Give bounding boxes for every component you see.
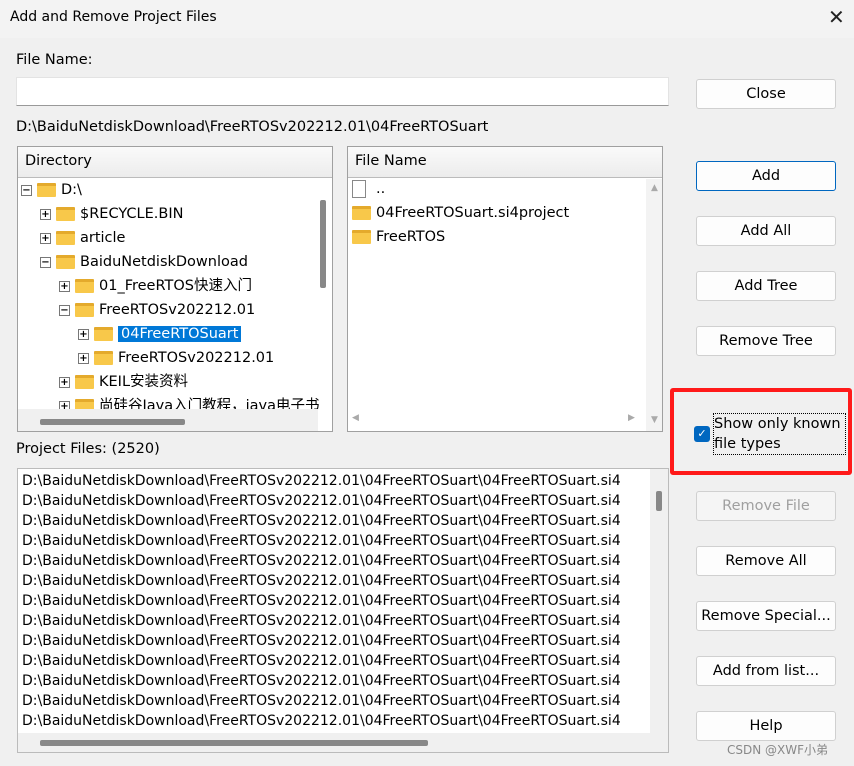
folder-icon xyxy=(56,255,75,269)
collapse-icon[interactable]: − xyxy=(40,256,51,268)
window-title: Add and Remove Project Files xyxy=(10,9,217,25)
project-file-item[interactable]: D:\BaiduNetdiskDownload\FreeRTOSv202212.… xyxy=(18,471,668,491)
tree-item-label: $RECYCLE.BIN xyxy=(80,206,184,222)
close-button[interactable]: Close xyxy=(696,79,836,109)
file-item[interactable]: .. xyxy=(352,177,385,201)
close-window-icon[interactable]: ✕ xyxy=(828,5,845,29)
project-file-item[interactable]: D:\BaiduNetdiskDownload\FreeRTOSv202212.… xyxy=(18,611,668,631)
remove-special-button[interactable]: Remove Special... xyxy=(696,601,836,631)
project-file-item[interactable]: D:\BaiduNetdiskDownload\FreeRTOSv202212.… xyxy=(18,651,668,671)
directory-tree[interactable]: Directory − D:\ + $RECYCLE.BIN + article − Baid… xyxy=(17,146,333,432)
tree-item[interactable]: + KEIL安装资料 xyxy=(59,370,188,394)
file-list-scrollbar[interactable]: ▲ ▼ xyxy=(646,179,662,431)
tree-item[interactable]: + $RECYCLE.BIN xyxy=(40,202,183,226)
project-files-vertical-scrollbar[interactable] xyxy=(656,491,662,511)
tree-item-label: 04FreeRTOSuart xyxy=(118,326,242,342)
remove-all-button[interactable]: Remove All xyxy=(696,546,836,576)
remove-tree-button[interactable]: Remove Tree xyxy=(696,326,836,356)
tree-vertical-scrollbar[interactable] xyxy=(320,200,326,288)
project-files-label: Project Files: (2520) xyxy=(16,441,160,457)
file-list[interactable]: File Name .. 04FreeRTOSuart.si4project Fre… xyxy=(347,146,663,432)
folder-icon xyxy=(352,230,371,244)
scroll-left-icon[interactable]: ◀ xyxy=(352,413,359,423)
project-file-item[interactable]: D:\BaiduNetdiskDownload\FreeRTOSv202212.… xyxy=(18,491,668,511)
collapse-icon[interactable]: − xyxy=(59,304,70,316)
expand-icon[interactable]: + xyxy=(40,232,51,244)
project-file-item[interactable]: D:\BaiduNetdiskDownload\FreeRTOSv202212.… xyxy=(18,691,668,711)
add-button[interactable]: Add xyxy=(696,161,836,191)
directory-header[interactable]: Directory xyxy=(18,147,332,178)
remove-file-button[interactable]: Remove File xyxy=(696,491,836,521)
tree-item-label: 01_FreeRTOS快速入门 xyxy=(99,278,252,294)
add-all-button[interactable]: Add All xyxy=(696,216,836,246)
file-name-header[interactable]: File Name xyxy=(348,147,662,178)
file-item[interactable]: FreeRTOS xyxy=(352,225,445,249)
folder-icon xyxy=(37,183,56,197)
project-files-list[interactable]: D:\BaiduNetdiskDownload\FreeRTOSv202212.… xyxy=(17,468,669,753)
folder-icon xyxy=(352,206,371,220)
project-file-item[interactable]: D:\BaiduNetdiskDownload\FreeRTOSv202212.… xyxy=(18,571,668,591)
file-item[interactable]: 04FreeRTOSuart.si4project xyxy=(352,201,569,225)
tree-item-label: BaiduNetdiskDownload xyxy=(80,254,248,270)
file-item-label: .. xyxy=(376,181,386,197)
tree-item[interactable]: − FreeRTOSv202212.01 xyxy=(59,298,255,322)
project-file-item[interactable]: D:\BaiduNetdiskDownload\FreeRTOSv202212.… xyxy=(18,591,668,611)
folder-icon xyxy=(75,303,94,317)
project-file-item[interactable]: D:\BaiduNetdiskDownload\FreeRTOSv202212.… xyxy=(18,551,668,571)
expand-icon[interactable]: + xyxy=(59,376,70,388)
file-item-label: 04FreeRTOSuart.si4project xyxy=(376,205,570,221)
tree-item-label: FreeRTOSv202212.01 xyxy=(99,302,256,318)
add-from-list-button[interactable]: Add from list... xyxy=(696,656,836,686)
project-file-item[interactable]: D:\BaiduNetdiskDownload\FreeRTOSv202212.… xyxy=(18,671,668,691)
tree-item[interactable]: + article xyxy=(40,226,125,250)
tree-item-label: article xyxy=(80,230,126,246)
project-file-item[interactable]: D:\BaiduNetdiskDownload\FreeRTOSv202212.… xyxy=(18,631,668,651)
folder-icon xyxy=(75,279,94,293)
help-button[interactable]: Help xyxy=(696,711,836,741)
expand-icon[interactable]: + xyxy=(78,352,89,364)
tree-horizontal-scrollbar[interactable] xyxy=(40,419,185,425)
file-icon xyxy=(352,180,366,198)
tree-item[interactable]: +04FreeRTOSuart xyxy=(78,322,242,346)
folder-icon xyxy=(56,207,75,221)
tree-item-label: KEIL安装资料 xyxy=(99,374,189,390)
current-path: D:\BaiduNetdiskDownload\FreeRTOSv202212.… xyxy=(16,119,489,135)
file-name-label: File Name: xyxy=(16,52,93,68)
project-file-item[interactable]: D:\BaiduNetdiskDownload\FreeRTOSv202212.… xyxy=(18,511,668,531)
show-known-types-checkbox[interactable]: ✓ xyxy=(694,426,710,442)
tree-item[interactable]: − BaiduNetdiskDownload xyxy=(40,250,248,274)
folder-icon xyxy=(75,375,94,389)
scroll-right-icon[interactable]: ▶ xyxy=(628,413,635,423)
file-name-input[interactable] xyxy=(16,77,669,106)
folder-icon xyxy=(94,351,113,365)
tree-item[interactable]: − D:\ xyxy=(21,178,82,202)
tree-item-label: D:\ xyxy=(61,182,82,198)
expand-icon[interactable]: + xyxy=(78,328,89,340)
collapse-icon[interactable]: − xyxy=(21,184,32,196)
project-files-horizontal-scrollbar[interactable] xyxy=(40,740,428,746)
project-file-item[interactable]: D:\BaiduNetdiskDownload\FreeRTOSv202212.… xyxy=(18,711,668,731)
watermark: CSDN @XWF小弟 xyxy=(727,743,829,757)
tree-item-label: FreeRTOSv202212.01 xyxy=(118,350,275,366)
add-tree-button[interactable]: Add Tree xyxy=(696,271,836,301)
show-known-types-label[interactable]: Show only known file types xyxy=(713,413,846,455)
expand-icon[interactable]: + xyxy=(40,208,51,220)
file-item-label: FreeRTOS xyxy=(376,229,446,245)
project-file-item[interactable]: D:\BaiduNetdiskDownload\FreeRTOSv202212.… xyxy=(18,531,668,551)
folder-icon xyxy=(56,231,75,245)
tree-item[interactable]: + FreeRTOSv202212.01 xyxy=(78,346,274,370)
tree-item[interactable]: +01_FreeRTOS快速入门 xyxy=(59,274,252,298)
expand-icon[interactable]: + xyxy=(59,280,70,292)
folder-icon xyxy=(94,327,113,341)
